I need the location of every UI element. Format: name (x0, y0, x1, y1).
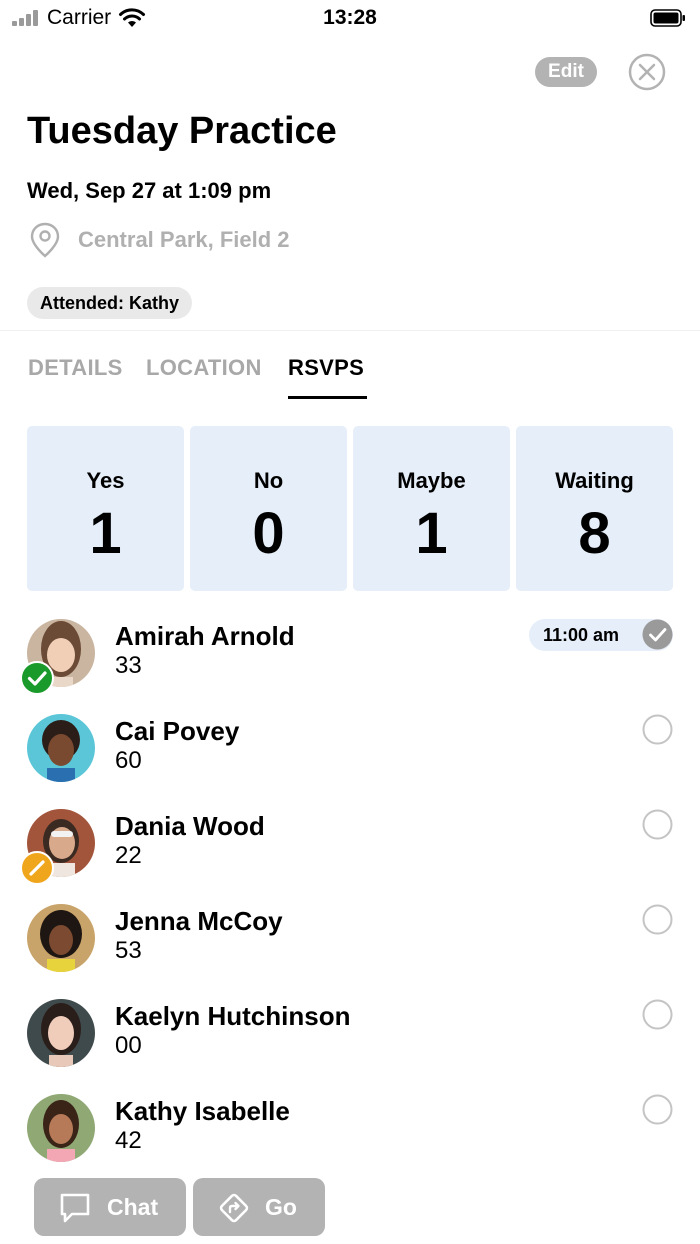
tab-rsvps[interactable]: RSVPS (288, 355, 364, 381)
chat-bubble-icon (60, 1193, 90, 1223)
close-icon[interactable] (628, 53, 666, 91)
active-tab-indicator (288, 396, 367, 399)
chat-button[interactable]: Chat (34, 1178, 186, 1236)
stat-value: 8 (578, 501, 611, 566)
member-number: 53 (115, 937, 142, 964)
checked-in-icon (642, 619, 673, 650)
battery-icon (650, 9, 685, 27)
stat-value: 1 (89, 501, 122, 566)
checkin-circle-icon[interactable] (642, 999, 673, 1030)
map-pin-icon (30, 222, 60, 258)
avatar (27, 714, 95, 782)
avatar (27, 904, 95, 972)
member-name: Kaelyn Hutchinson (115, 1001, 351, 1031)
member-number: 00 (115, 1032, 142, 1059)
status-bar: Carrier 13:28 (0, 0, 700, 36)
member-name: Cai Povey (115, 716, 240, 746)
stat-value: 1 (415, 501, 448, 566)
checkin-time: 11:00 am (543, 625, 620, 645)
checkin-circle-icon[interactable] (642, 1094, 673, 1125)
edit-button[interactable]: Edit (535, 57, 597, 87)
checkin-circle-icon[interactable] (642, 904, 673, 935)
avatar (27, 999, 95, 1067)
stat-card-maybe[interactable]: Maybe 1 (353, 426, 510, 591)
stat-card-waiting[interactable]: Waiting 8 (516, 426, 673, 591)
stat-label: Maybe (397, 468, 466, 493)
rsvp-row[interactable]: Kaelyn Hutchinson 00 (0, 999, 700, 1089)
rsvp-row[interactable]: Cai Povey 60 (0, 714, 700, 804)
stat-value: 0 (252, 501, 285, 566)
member-number: 60 (115, 747, 142, 774)
member-number: 42 (115, 1127, 142, 1154)
member-name: Dania Wood (115, 811, 265, 841)
stat-label: Yes (86, 468, 125, 493)
stat-card-yes[interactable]: Yes 1 (27, 426, 184, 591)
checkin-time-pill[interactable]: 11:00 am (529, 619, 673, 651)
tab-location[interactable]: LOCATION (146, 355, 262, 381)
directions-icon (219, 1193, 249, 1223)
rsvp-maybe-slash-icon (20, 851, 54, 885)
member-name: Jenna McCoy (115, 906, 283, 936)
member-name: Kathy Isabelle (115, 1096, 290, 1126)
checkin-circle-icon[interactable] (642, 809, 673, 840)
stat-card-no[interactable]: No 0 (190, 426, 347, 591)
checkin-circle-icon[interactable] (642, 714, 673, 745)
go-label: Go (265, 1194, 297, 1220)
rsvp-row[interactable]: Dania Wood 22 (0, 809, 700, 899)
clock: 13:28 (323, 6, 377, 29)
go-button[interactable]: Go (193, 1178, 325, 1236)
location-label: Central Park, Field 2 (78, 227, 290, 252)
avatar (27, 1094, 95, 1162)
rsvp-row[interactable]: Jenna McCoy 53 (0, 904, 700, 994)
chat-label: Chat (107, 1194, 159, 1220)
member-number: 22 (115, 842, 142, 869)
member-name: Amirah Arnold (115, 621, 295, 651)
tab-details[interactable]: DETAILS (28, 355, 123, 381)
header-divider (0, 330, 700, 331)
rsvp-row[interactable]: Kathy Isabelle 42 (0, 1094, 700, 1184)
rsvp-row[interactable]: Amirah Arnold 33 11:00 am (0, 619, 700, 709)
event-datetime: Wed, Sep 27 at 1:09 pm (27, 178, 272, 203)
attended-badge: Attended: Kathy (27, 287, 192, 319)
event-title: Tuesday Practice (27, 110, 337, 152)
stat-label: No (253, 468, 284, 493)
rsvp-yes-check-icon (20, 661, 54, 695)
stat-label: Waiting (555, 468, 634, 493)
member-number: 33 (115, 652, 142, 679)
